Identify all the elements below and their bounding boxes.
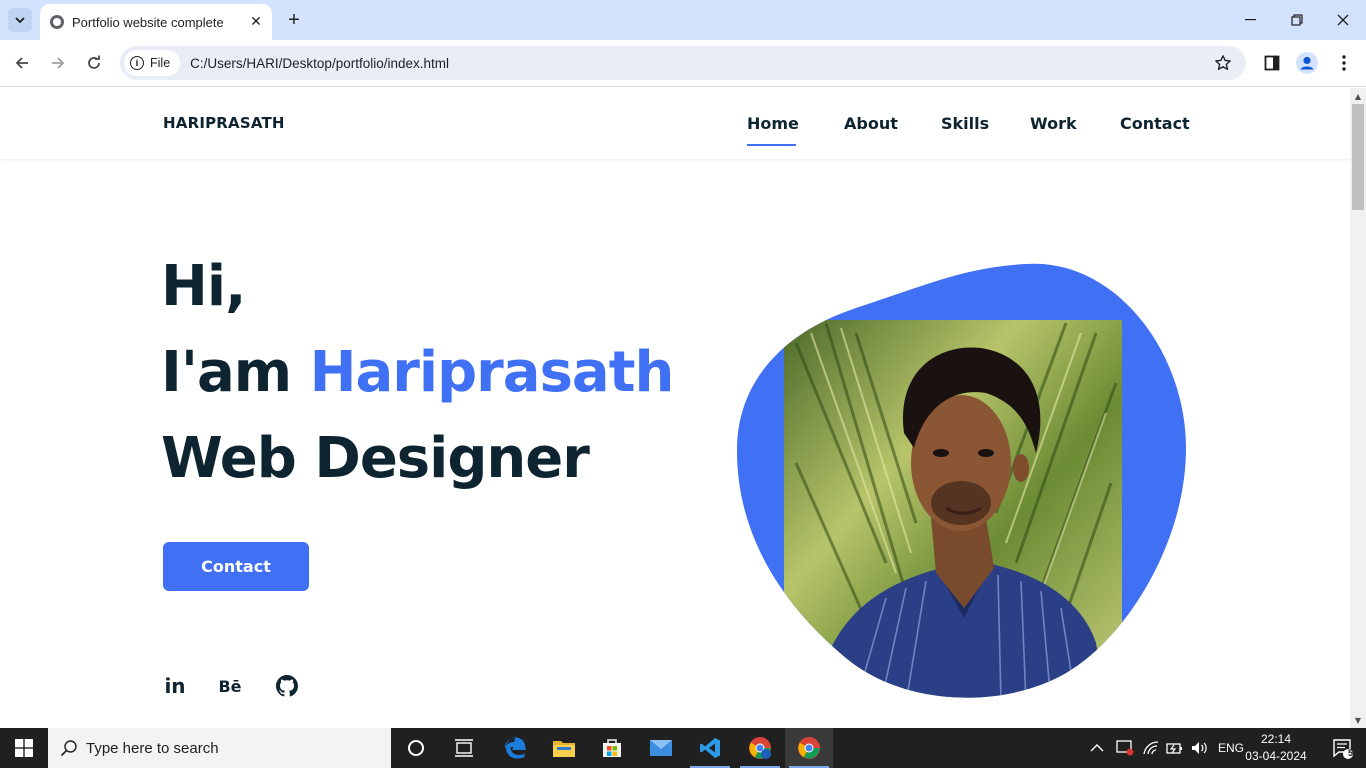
browser-menu-button[interactable]: [1329, 48, 1359, 78]
github-logo-icon: [276, 675, 298, 697]
restore-icon: [1291, 14, 1303, 26]
edge-browser-icon: [504, 737, 526, 759]
vscode-icon: [700, 738, 720, 758]
side-panel-button[interactable]: [1257, 48, 1287, 78]
task-view-button[interactable]: [440, 728, 488, 768]
battery-icon[interactable]: [1166, 741, 1184, 755]
cortana-button[interactable]: [392, 728, 440, 768]
site-info-label: File: [150, 56, 171, 70]
browser-toolbar: i File C:/Users/HARI/Desktop/portfolio/i…: [0, 40, 1366, 87]
kebab-menu-icon: [1342, 55, 1346, 71]
clock-date: 03-04-2024: [1245, 749, 1307, 763]
side-panel-icon: [1264, 55, 1280, 71]
notification-center-button[interactable]: 5: [1318, 728, 1366, 768]
site-header: HARIPRASATH Home About Skills Work Conta…: [0, 88, 1350, 160]
browser-tab-bar: Portfolio website complete ✕ +: [0, 0, 1366, 40]
browser-tab[interactable]: Portfolio website complete ✕: [40, 4, 272, 40]
folder-icon: [553, 741, 575, 757]
mail-icon: [650, 740, 672, 756]
restore-button[interactable]: [1274, 0, 1320, 40]
new-tab-button[interactable]: +: [282, 8, 306, 32]
scroll-up-arrow-icon[interactable]: ▲: [1350, 88, 1366, 104]
minimize-icon: [1245, 19, 1256, 21]
tab-title: Portfolio website complete: [72, 14, 224, 30]
chevron-down-icon: [15, 17, 25, 23]
page-scrollbar[interactable]: ▲ ▼: [1350, 88, 1366, 728]
taskbar-store[interactable]: [588, 728, 636, 768]
taskbar-clock[interactable]: 22:14 03-04-2024: [1240, 731, 1312, 765]
globe-icon: [50, 15, 64, 29]
reload-button[interactable]: [79, 48, 109, 78]
defender-icon[interactable]: [1116, 740, 1134, 756]
bookmark-star-icon[interactable]: [1214, 54, 1232, 72]
close-icon: [1337, 14, 1349, 26]
microsoft-store-icon: [603, 739, 621, 757]
nav-link-work[interactable]: Work: [1030, 114, 1077, 133]
arrow-left-icon: [15, 57, 28, 69]
chrome-icon: [798, 737, 820, 759]
wifi-icon[interactable]: [1142, 740, 1160, 756]
minimize-button[interactable]: [1228, 0, 1274, 40]
nav-link-home[interactable]: Home: [747, 114, 799, 133]
info-icon: i: [130, 56, 144, 70]
search-placeholder: Type here to search: [86, 739, 219, 757]
taskbar-search-box[interactable]: Type here to search: [48, 728, 391, 768]
hero-role: Web Designer: [161, 426, 590, 491]
notification-count-badge: 5: [1348, 748, 1354, 758]
scrollbar-thumb[interactable]: [1352, 104, 1364, 210]
start-button[interactable]: [0, 728, 48, 768]
volume-icon[interactable]: [1190, 740, 1208, 756]
taskbar-chrome-profile[interactable]: [736, 728, 784, 768]
url-text[interactable]: C:/Users/HARI/Desktop/portfolio/index.ht…: [190, 56, 449, 71]
taskbar-edge[interactable]: [491, 728, 539, 768]
hero-name-line: I'am Hariprasath: [161, 340, 675, 405]
taskbar-mail[interactable]: [637, 728, 685, 768]
windows-logo-icon: [15, 739, 33, 757]
chrome-profile-icon: [749, 737, 771, 759]
reload-icon: [88, 55, 100, 69]
cortana-circle-icon: [408, 740, 424, 756]
windows-taskbar: Type here to search ENG 22:14 03-04-2024: [0, 728, 1366, 768]
close-tab-icon[interactable]: ✕: [246, 12, 266, 32]
nav-link-about[interactable]: About: [844, 114, 898, 133]
search-icon: [60, 740, 77, 757]
hero-portrait-blob: [736, 263, 1186, 698]
scroll-down-arrow-icon[interactable]: ▼: [1350, 712, 1366, 728]
contact-button[interactable]: Contact: [163, 542, 309, 591]
site-logo[interactable]: HARIPRASATH: [163, 114, 285, 132]
page-viewport: HARIPRASATH Home About Skills Work Conta…: [0, 88, 1350, 728]
forward-button[interactable]: [43, 48, 73, 78]
arrow-right-icon: [52, 57, 65, 69]
taskbar-chrome[interactable]: [785, 728, 833, 768]
nav-link-contact[interactable]: Contact: [1120, 114, 1190, 133]
address-bar[interactable]: i File C:/Users/HARI/Desktop/portfolio/i…: [120, 46, 1246, 80]
hero-name-prefix: I'am: [161, 340, 310, 405]
taskbar-vscode[interactable]: [686, 728, 734, 768]
back-button[interactable]: [7, 48, 37, 78]
linkedin-icon[interactable]: in: [163, 674, 187, 698]
behance-icon[interactable]: Bē: [218, 674, 242, 698]
profile-button[interactable]: [1292, 48, 1322, 78]
site-info-chip[interactable]: i File: [124, 50, 181, 76]
hero-name: Hariprasath: [309, 340, 675, 405]
github-icon[interactable]: [275, 674, 299, 698]
task-view-icon: [455, 739, 473, 757]
show-hidden-icons-icon[interactable]: [1090, 743, 1104, 753]
taskbar-file-explorer[interactable]: [540, 728, 588, 768]
hero-greeting: Hi,: [161, 254, 246, 319]
clock-time: 22:14: [1260, 732, 1292, 746]
profile-avatar-icon: [1296, 52, 1318, 74]
system-tray: ENG: [1090, 728, 1244, 768]
nav-link-skills[interactable]: Skills: [941, 114, 989, 133]
tab-search-dropdown-button[interactable]: [8, 8, 32, 32]
active-nav-underline: [747, 144, 796, 146]
close-window-button[interactable]: [1320, 0, 1366, 40]
